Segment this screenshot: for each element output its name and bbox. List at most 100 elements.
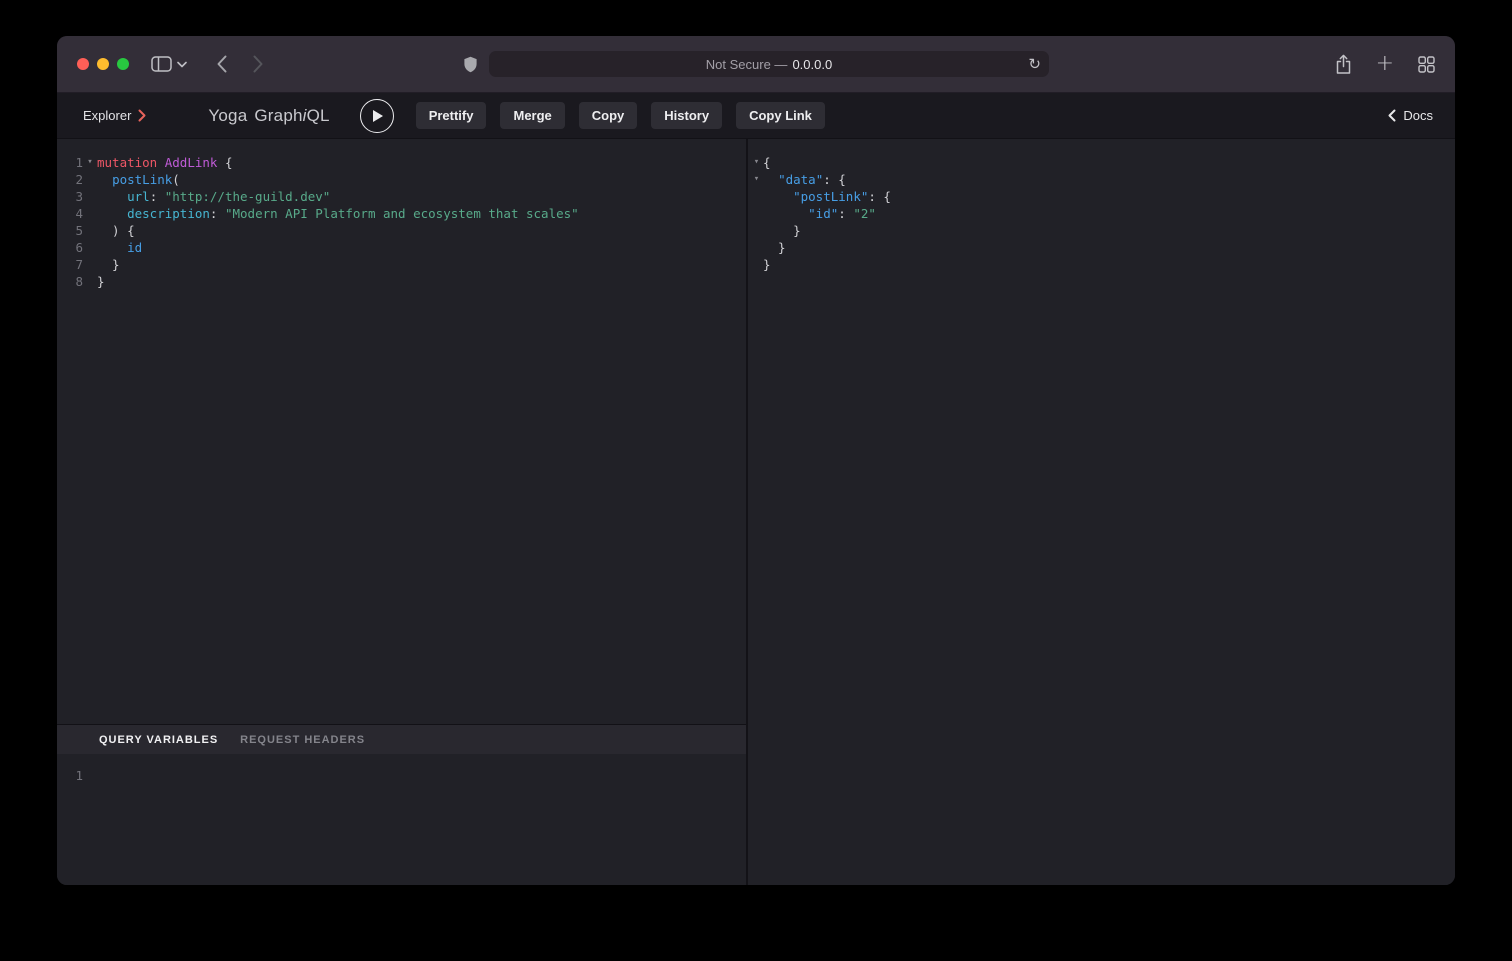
query-variables-editor[interactable]: 1: [57, 754, 746, 885]
chevron-left-icon: [1388, 109, 1396, 122]
minimize-window-button[interactable]: [97, 58, 109, 70]
code-line: "postLink": {: [750, 188, 1455, 205]
code-line: }: [750, 256, 1455, 273]
fold-spacer: [83, 767, 97, 784]
fold-spacer: [750, 188, 763, 205]
toolbar-button-history[interactable]: History: [651, 102, 722, 129]
fold-spacer: [83, 188, 97, 205]
fold-spacer: [83, 273, 97, 290]
toolbar-buttons: Prettify Merge Copy History Copy Link: [416, 102, 825, 129]
fold-spacer: [83, 205, 97, 222]
sidebar-dropdown-chevron-icon[interactable]: [177, 61, 187, 68]
code-text: }: [97, 256, 120, 273]
toolbar-button-prettify[interactable]: Prettify: [416, 102, 487, 129]
title-ql: QL: [307, 106, 330, 125]
tab-query-variables[interactable]: QUERY VARIABLES: [99, 734, 218, 746]
line-number: 1: [57, 154, 83, 171]
fold-spacer: [83, 171, 97, 188]
fold-spacer: [750, 239, 763, 256]
fold-spacer: [750, 256, 763, 273]
code-line: 5 ) {: [57, 222, 746, 239]
sidebar-toggle-icon[interactable]: [151, 56, 172, 72]
toolbar-button-copy-link[interactable]: Copy Link: [736, 102, 825, 129]
docs-button[interactable]: Docs: [1388, 108, 1441, 123]
share-icon[interactable]: [1335, 54, 1352, 75]
code-line: 3 url: "http://the-guild.dev": [57, 188, 746, 205]
address-bar[interactable]: Not Secure — 0.0.0.0 ↻: [489, 51, 1049, 77]
execute-query-button[interactable]: [360, 99, 394, 133]
line-number: 2: [57, 171, 83, 188]
code-text: url: "http://the-guild.dev": [97, 188, 330, 205]
code-text: {: [763, 154, 771, 171]
line-number: 3: [57, 188, 83, 205]
graphiql-toolbar: Explorer YogaGraphiQL PrettifyMergeCopyH…: [57, 93, 1455, 139]
code-text: description: "Modern API Platform and ec…: [97, 205, 579, 222]
fold-spacer: [750, 222, 763, 239]
line-number: 5: [57, 222, 83, 239]
browser-window: Not Secure — 0.0.0.0 ↻ +: [57, 36, 1455, 885]
code-line: 1: [57, 767, 746, 784]
browser-chrome: Not Secure — 0.0.0.0 ↻ +: [57, 36, 1455, 93]
window-controls: [77, 58, 129, 70]
title-graph: Graph: [254, 106, 302, 125]
code-text: "id": "2": [763, 205, 876, 222]
code-text: }: [763, 256, 771, 273]
code-text: postLink(: [97, 171, 180, 188]
code-text: mutation AddLink {: [97, 154, 233, 171]
code-text: }: [763, 222, 801, 239]
security-label: Not Secure —: [706, 57, 788, 72]
code-text: }: [763, 239, 786, 256]
reload-icon[interactable]: ↻: [1028, 51, 1041, 77]
address-host: 0.0.0.0: [792, 57, 832, 72]
fold-spacer: [83, 256, 97, 273]
code-line: 1▾mutation AddLink {: [57, 154, 746, 171]
code-line: "id": "2": [750, 205, 1455, 222]
line-number: 6: [57, 239, 83, 256]
explorer-toggle[interactable]: Explorer: [71, 93, 158, 138]
line-number: 7: [57, 256, 83, 273]
code-line: 8}: [57, 273, 746, 290]
close-window-button[interactable]: [77, 58, 89, 70]
back-button-icon[interactable]: [217, 55, 227, 73]
tab-request-headers[interactable]: REQUEST HEADERS: [240, 734, 365, 746]
query-pane: 1▾mutation AddLink {2 postLink(3 url: "h…: [57, 139, 748, 885]
forward-button-icon[interactable]: [253, 55, 263, 73]
query-editor[interactable]: 1▾mutation AddLink {2 postLink(3 url: "h…: [57, 139, 746, 724]
fold-arrow-icon[interactable]: ▾: [750, 171, 763, 188]
chevron-right-icon: [138, 109, 146, 122]
line-number: 4: [57, 205, 83, 222]
title-yoga: Yoga: [208, 106, 247, 125]
code-line: 7 }: [57, 256, 746, 273]
fold-arrow-icon[interactable]: ▾: [83, 154, 97, 171]
code-line: 2 postLink(: [57, 171, 746, 188]
privacy-shield-icon[interactable]: [463, 56, 478, 73]
variables-tab-bar: QUERY VARIABLES REQUEST HEADERS: [57, 724, 746, 754]
explorer-label: Explorer: [83, 108, 131, 123]
zoom-window-button[interactable]: [117, 58, 129, 70]
app-title: YogaGraphiQL: [208, 106, 329, 126]
toolbar-button-copy[interactable]: Copy: [579, 102, 638, 129]
code-line: 6 id: [57, 239, 746, 256]
code-line: ▾ "data": {: [750, 171, 1455, 188]
response-viewer: ▾{▾ "data": { "postLink": { "id": "2" } …: [748, 139, 1455, 885]
code-line: ▾{: [750, 154, 1455, 171]
docs-label: Docs: [1403, 108, 1433, 123]
code-text: id: [97, 239, 142, 256]
code-text: ) {: [97, 222, 135, 239]
graphiql-content: 1▾mutation AddLink {2 postLink(3 url: "h…: [57, 139, 1455, 885]
line-number: 8: [57, 273, 83, 290]
code-text: "postLink": {: [763, 188, 891, 205]
code-text: "data": {: [763, 171, 846, 188]
code-line: }: [750, 239, 1455, 256]
fold-spacer: [83, 222, 97, 239]
toolbar-button-merge[interactable]: Merge: [500, 102, 564, 129]
fold-spacer: [83, 239, 97, 256]
fold-arrow-icon[interactable]: ▾: [750, 154, 763, 171]
tab-overview-icon[interactable]: [1418, 56, 1435, 73]
code-line: 4 description: "Modern API Platform and …: [57, 205, 746, 222]
fold-spacer: [750, 205, 763, 222]
new-tab-icon[interactable]: +: [1376, 53, 1394, 75]
code-text: }: [97, 273, 105, 290]
code-line: }: [750, 222, 1455, 239]
play-icon: [373, 110, 383, 122]
